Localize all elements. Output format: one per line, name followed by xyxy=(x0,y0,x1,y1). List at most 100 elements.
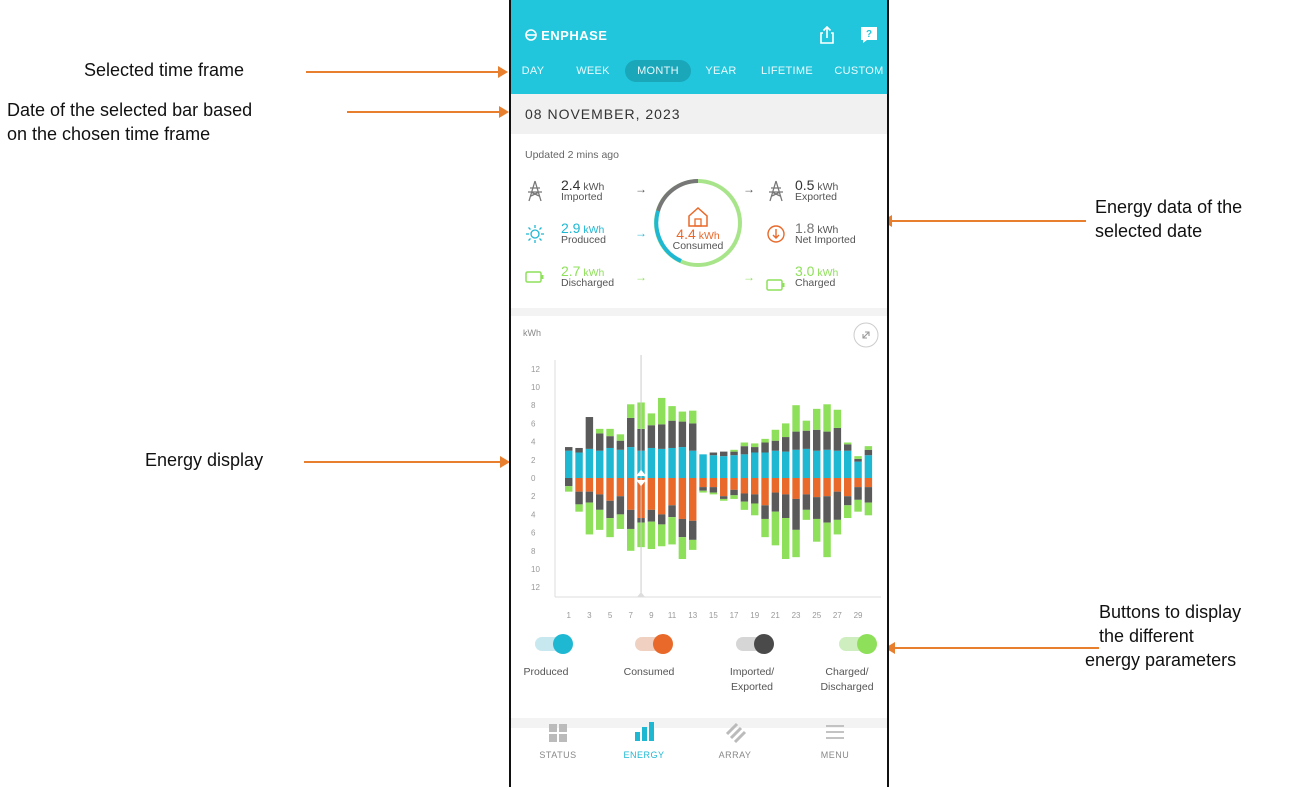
consumed-bar[interactable] xyxy=(844,478,852,497)
produced-bar[interactable] xyxy=(678,447,687,478)
toggle-charged-discharged[interactable] xyxy=(839,634,877,654)
charged-bar[interactable] xyxy=(802,420,811,431)
exported-bar[interactable] xyxy=(658,514,666,525)
charged-bar[interactable] xyxy=(823,404,831,432)
nav-status[interactable]: STATUS xyxy=(523,750,593,760)
consumed-bar[interactable] xyxy=(627,478,635,510)
discharged-bar[interactable] xyxy=(782,518,790,559)
panels-icon[interactable] xyxy=(723,720,747,744)
consumed-bar[interactable] xyxy=(647,478,656,510)
consumed-bar[interactable] xyxy=(720,478,728,497)
produced-bar[interactable] xyxy=(823,449,831,478)
discharged-bar[interactable] xyxy=(606,518,614,538)
produced-bar[interactable] xyxy=(616,449,625,478)
consumed-bar[interactable] xyxy=(740,478,749,494)
discharged-bar[interactable] xyxy=(751,503,759,516)
charged-bar[interactable] xyxy=(730,449,738,452)
energy-chart[interactable]: 121086420246810121 3 5 7 9 11 13 15 17 19 21 23 25 27… xyxy=(511,350,887,630)
exported-bar[interactable] xyxy=(689,520,697,540)
imported-bar[interactable] xyxy=(565,447,573,451)
produced-bar[interactable] xyxy=(668,447,676,478)
discharged-bar[interactable] xyxy=(658,524,666,547)
nav-array[interactable]: ARRAY xyxy=(700,750,770,760)
bar-chart-icon[interactable] xyxy=(633,720,655,742)
charged-bar[interactable] xyxy=(771,429,780,441)
produced-bar[interactable] xyxy=(730,455,738,478)
imported-bar[interactable] xyxy=(606,436,614,448)
consumed-bar[interactable] xyxy=(751,478,759,495)
charged-bar[interactable] xyxy=(689,410,697,424)
discharged-bar[interactable] xyxy=(678,537,687,559)
nav-energy[interactable]: ENERGY xyxy=(609,750,679,760)
imported-bar[interactable] xyxy=(864,449,873,456)
charged-bar[interactable] xyxy=(678,411,687,422)
toggle-imported-exported[interactable] xyxy=(736,634,774,654)
consumed-bar[interactable] xyxy=(792,478,800,499)
produced-bar[interactable] xyxy=(751,452,759,478)
discharged-bar[interactable] xyxy=(596,509,604,530)
imported-bar[interactable] xyxy=(575,447,583,453)
help-icon[interactable]: ? xyxy=(859,25,879,45)
exported-bar[interactable] xyxy=(854,487,862,500)
charged-bar[interactable] xyxy=(792,405,800,432)
exported-bar[interactable] xyxy=(596,494,604,510)
charged-bar[interactable] xyxy=(782,423,790,438)
charged-bar[interactable] xyxy=(596,428,604,434)
charged-bar[interactable] xyxy=(833,409,842,428)
discharged-bar[interactable] xyxy=(627,528,635,551)
exported-bar[interactable] xyxy=(709,487,718,493)
consumed-bar[interactable] xyxy=(771,478,780,493)
consumed-bar[interactable] xyxy=(709,478,718,488)
imported-bar[interactable] xyxy=(823,431,831,450)
consumed-bar[interactable] xyxy=(823,478,831,497)
charged-bar[interactable] xyxy=(627,404,635,418)
consumed-bar[interactable] xyxy=(606,478,614,501)
consumed-bar[interactable] xyxy=(761,478,769,506)
imported-bar[interactable] xyxy=(854,458,862,462)
charged-bar[interactable] xyxy=(606,428,614,437)
produced-bar[interactable] xyxy=(699,454,707,478)
charged-bar[interactable] xyxy=(813,408,821,430)
imported-bar[interactable] xyxy=(720,451,728,457)
consumed-bar[interactable] xyxy=(616,478,625,497)
imported-bar[interactable] xyxy=(627,417,635,448)
discharged-bar[interactable] xyxy=(647,521,656,549)
consumed-bar[interactable] xyxy=(658,478,666,515)
consumed-bar[interactable] xyxy=(864,478,873,488)
exported-bar[interactable] xyxy=(585,491,594,503)
discharged-bar[interactable] xyxy=(565,486,573,492)
exported-bar[interactable] xyxy=(864,487,873,503)
produced-bar[interactable] xyxy=(709,455,718,478)
tab-year[interactable]: YEAR xyxy=(704,60,738,82)
produced-bar[interactable] xyxy=(627,447,635,478)
exported-bar[interactable] xyxy=(678,518,687,538)
discharged-bar[interactable] xyxy=(823,522,831,558)
exported-bar[interactable] xyxy=(720,496,728,499)
discharged-bar[interactable] xyxy=(730,495,738,499)
produced-bar[interactable] xyxy=(833,450,842,478)
discharged-bar[interactable] xyxy=(616,514,625,529)
exported-bar[interactable] xyxy=(730,489,738,496)
grid-icon[interactable] xyxy=(548,723,568,743)
consumed-bar[interactable] xyxy=(575,478,583,492)
exported-bar[interactable] xyxy=(699,487,707,491)
imported-bar[interactable] xyxy=(802,430,811,449)
consumed-bar[interactable] xyxy=(833,478,842,492)
produced-bar[interactable] xyxy=(606,447,614,478)
discharged-bar[interactable] xyxy=(720,498,728,501)
consumed-bar[interactable] xyxy=(585,478,594,492)
imported-bar[interactable] xyxy=(709,452,718,456)
discharged-bar[interactable] xyxy=(844,505,852,519)
produced-bar[interactable] xyxy=(658,448,666,478)
exported-bar[interactable] xyxy=(606,500,614,519)
imported-bar[interactable] xyxy=(647,425,656,448)
discharged-bar[interactable] xyxy=(585,502,594,535)
consumed-bar[interactable] xyxy=(689,478,697,521)
charged-bar[interactable] xyxy=(616,434,625,441)
produced-bar[interactable] xyxy=(792,449,800,478)
discharged-bar[interactable] xyxy=(761,518,769,538)
discharged-bar[interactable] xyxy=(833,519,842,535)
imported-bar[interactable] xyxy=(616,440,625,450)
charged-bar[interactable] xyxy=(740,442,749,447)
produced-bar[interactable] xyxy=(596,450,604,478)
